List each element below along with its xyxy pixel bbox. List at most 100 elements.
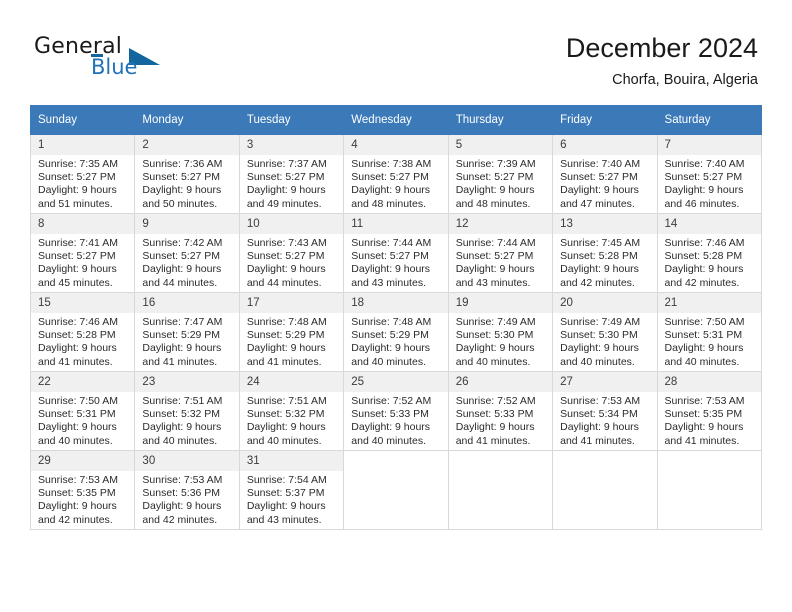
daylight-duration-line2: and 42 minutes. [38,513,113,526]
daylight-duration-line2: and 41 minutes. [246,355,322,368]
day-details: Sunrise: 7:39 AM Sunset: 5:27 PM Daylight:… [449,155,552,211]
calendar-day-cell[interactable]: 25 Sunrise: 7:52 AM Sunset: 5:33 PM Dayligh… [343,371,449,451]
calendar-weekday-header: Sunday Monday Tuesday Wednesday Thursday… [29,105,763,135]
daylight-duration-line1: Daylight: 9 hours [560,342,639,355]
daylight-duration-line1: Daylight: 9 hours [455,263,535,276]
day-details: Sunrise: 7:48 AM Sunset: 5:29 PM Daylight:… [240,313,343,369]
day-number: 11 [344,214,448,234]
day-number: 24 [239,372,344,392]
day-details: Sunrise: 7:49 AM Sunset: 5:30 PM Daylight:… [449,313,552,369]
daylight-duration-line2: and 40 minutes. [560,355,635,368]
calendar-week-row: 22 Sunrise: 7:50 AM Sunset: 5:31 PM Dayligh… [29,371,763,451]
sunset-time: Sunset: 5:27 PM [455,250,534,263]
day-details: Sunrise: 7:41 AM Sunset: 5:27 PM Daylight:… [31,234,134,290]
calendar-day-cell[interactable]: 27 Sunrise: 7:53 AM Sunset: 5:34 PM Dayligh… [552,371,658,451]
day-number [344,451,447,471]
calendar-day-cell[interactable]: 17 Sunrise: 7:48 AM Sunset: 5:29 PM Dayligh… [238,292,345,372]
sunset-time: Sunset: 5:27 PM [664,171,743,184]
daylight-duration-line1: Daylight: 9 hours [142,421,222,434]
daylight-duration-line1: Daylight: 9 hours [246,263,326,276]
calendar-day-cell[interactable]: 23 Sunrise: 7:51 AM Sunset: 5:32 PM Dayligh… [134,371,240,451]
calendar-day-cell[interactable]: 19 Sunrise: 7:49 AM Sunset: 5:30 PM Dayligh… [447,292,554,372]
sunset-time: Sunset: 5:27 PM [246,250,325,263]
day-details: Sunrise: 7:38 AM Sunset: 5:27 PM Daylight:… [344,155,447,211]
day-number: 31 [239,451,344,471]
calendar-day-cell[interactable]: 31 Sunrise: 7:54 AM Sunset: 5:37 PM Dayligh… [238,450,345,530]
day-details: Sunrise: 7:50 AM Sunset: 5:31 PM Daylight:… [31,392,134,448]
calendar-cell-empty [656,450,763,530]
calendar-day-cell[interactable]: 21 Sunrise: 7:50 AM Sunset: 5:31 PM Dayligh… [656,292,763,372]
sunset-time: Sunset: 5:27 PM [351,171,429,184]
calendar-day-cell[interactable]: 7 Sunrise: 7:40 AM Sunset: 5:27 PM Daylight… [656,134,763,214]
daylight-duration-line2: and 40 minutes. [142,434,218,447]
general-blue-logo[interactable]: General Blue [34,34,214,84]
calendar-day-cell[interactable]: 13 Sunrise: 7:45 AM Sunset: 5:28 PM Dayligh… [552,213,658,293]
daylight-duration-line1: Daylight: 9 hours [246,342,326,355]
calendar-day-cell[interactable]: 10 Sunrise: 7:43 AM Sunset: 5:27 PM Dayligh… [238,213,345,293]
calendar-day-cell[interactable]: 8 Sunrise: 7:41 AM Sunset: 5:27 PM Daylight… [29,213,136,293]
daylight-duration-line2: and 47 minutes. [560,197,635,210]
weekday-header-wednesday: Wednesday [343,105,449,135]
day-number [449,451,552,471]
calendar-day-cell[interactable]: 4 Sunrise: 7:38 AM Sunset: 5:27 PM Daylight… [343,134,449,214]
day-number [658,451,761,471]
day-details: Sunrise: 7:44 AM Sunset: 5:27 PM Daylight:… [449,234,552,290]
day-number [553,451,656,471]
calendar-day-cell[interactable]: 2 Sunrise: 7:36 AM Sunset: 5:27 PM Daylight… [134,134,240,214]
sunset-time: Sunset: 5:27 PM [142,250,221,263]
day-number: 19 [448,293,553,313]
sunset-time: Sunset: 5:27 PM [351,250,429,263]
calendar-day-cell[interactable]: 11 Sunrise: 7:44 AM Sunset: 5:27 PM Dayligh… [343,213,449,293]
daylight-duration-line2: and 41 minutes. [455,434,531,447]
calendar-day-cell[interactable]: 28 Sunrise: 7:53 AM Sunset: 5:35 PM Dayligh… [656,371,763,451]
sunrise-time: Sunrise: 7:47 AM [142,316,223,328]
day-details: Sunrise: 7:53 AM Sunset: 5:35 PM Daylight:… [31,471,134,527]
calendar-day-cell[interactable]: 5 Sunrise: 7:39 AM Sunset: 5:27 PM Daylight… [447,134,554,214]
sunrise-time: Sunrise: 7:36 AM [142,158,223,170]
sunrise-time: Sunrise: 7:43 AM [246,237,327,249]
day-details: Sunrise: 7:48 AM Sunset: 5:29 PM Daylight:… [344,313,447,369]
day-number: 14 [657,214,761,234]
sunrise-time: Sunrise: 7:52 AM [351,395,432,407]
day-number: 7 [657,135,761,155]
daylight-duration-line1: Daylight: 9 hours [664,342,744,355]
daylight-duration-line1: Daylight: 9 hours [38,342,117,355]
day-number: 3 [239,135,344,155]
page-title: December 2024 [565,33,758,63]
calendar-week-row: 1 Sunrise: 7:35 AM Sunset: 5:27 PM Daylight… [29,134,763,214]
calendar-day-cell[interactable]: 24 Sunrise: 7:51 AM Sunset: 5:32 PM Dayligh… [238,371,345,451]
calendar-day-cell[interactable]: 30 Sunrise: 7:53 AM Sunset: 5:36 PM Dayligh… [134,450,240,530]
calendar-day-cell[interactable]: 22 Sunrise: 7:50 AM Sunset: 5:31 PM Dayligh… [29,371,136,451]
calendar-day-cell[interactable]: 14 Sunrise: 7:46 AM Sunset: 5:28 PM Dayligh… [656,213,763,293]
calendar-day-cell[interactable]: 20 Sunrise: 7:49 AM Sunset: 5:30 PM Dayligh… [552,292,658,372]
weekday-header-tuesday: Tuesday [238,105,345,135]
day-details: Sunrise: 7:45 AM Sunset: 5:28 PM Daylight:… [553,234,656,290]
daylight-duration-line2: and 40 minutes. [351,355,426,368]
calendar-day-cell[interactable]: 3 Sunrise: 7:37 AM Sunset: 5:27 PM Daylight… [238,134,345,214]
daylight-duration-line1: Daylight: 9 hours [246,421,326,434]
daylight-duration-line2: and 48 minutes. [351,197,426,210]
day-number: 28 [657,372,761,392]
day-number: 6 [553,135,657,155]
calendar-day-cell[interactable]: 1 Sunrise: 7:35 AM Sunset: 5:27 PM Daylight… [29,134,136,214]
calendar-day-cell[interactable]: 16 Sunrise: 7:47 AM Sunset: 5:29 PM Dayligh… [134,292,240,372]
calendar-day-cell[interactable]: 6 Sunrise: 7:40 AM Sunset: 5:27 PM Daylight… [552,134,658,214]
sunset-time: Sunset: 5:33 PM [351,408,429,421]
sunset-time: Sunset: 5:27 PM [246,171,325,184]
calendar-day-cell[interactable]: 18 Sunrise: 7:48 AM Sunset: 5:29 PM Dayligh… [343,292,449,372]
daylight-duration-line1: Daylight: 9 hours [351,421,431,434]
calendar-day-cell[interactable]: 29 Sunrise: 7:53 AM Sunset: 5:35 PM Dayligh… [29,450,136,530]
calendar-day-cell[interactable]: 9 Sunrise: 7:42 AM Sunset: 5:27 PM Daylight… [134,213,240,293]
daylight-duration-line2: and 41 minutes. [560,434,635,447]
calendar-cell-empty [343,450,449,530]
calendar-day-cell[interactable]: 12 Sunrise: 7:44 AM Sunset: 5:27 PM Dayligh… [447,213,554,293]
daylight-duration-line1: Daylight: 9 hours [560,184,639,197]
calendar-day-cell[interactable]: 26 Sunrise: 7:52 AM Sunset: 5:33 PM Dayligh… [447,371,554,451]
sunset-time: Sunset: 5:37 PM [246,487,325,500]
calendar-day-cell[interactable]: 15 Sunrise: 7:46 AM Sunset: 5:28 PM Dayligh… [29,292,136,372]
day-details: Sunrise: 7:53 AM Sunset: 5:34 PM Daylight:… [553,392,656,448]
daylight-duration-line1: Daylight: 9 hours [351,184,431,197]
day-number: 26 [448,372,553,392]
daylight-duration-line1: Daylight: 9 hours [455,184,535,197]
daylight-duration-line1: Daylight: 9 hours [664,184,744,197]
